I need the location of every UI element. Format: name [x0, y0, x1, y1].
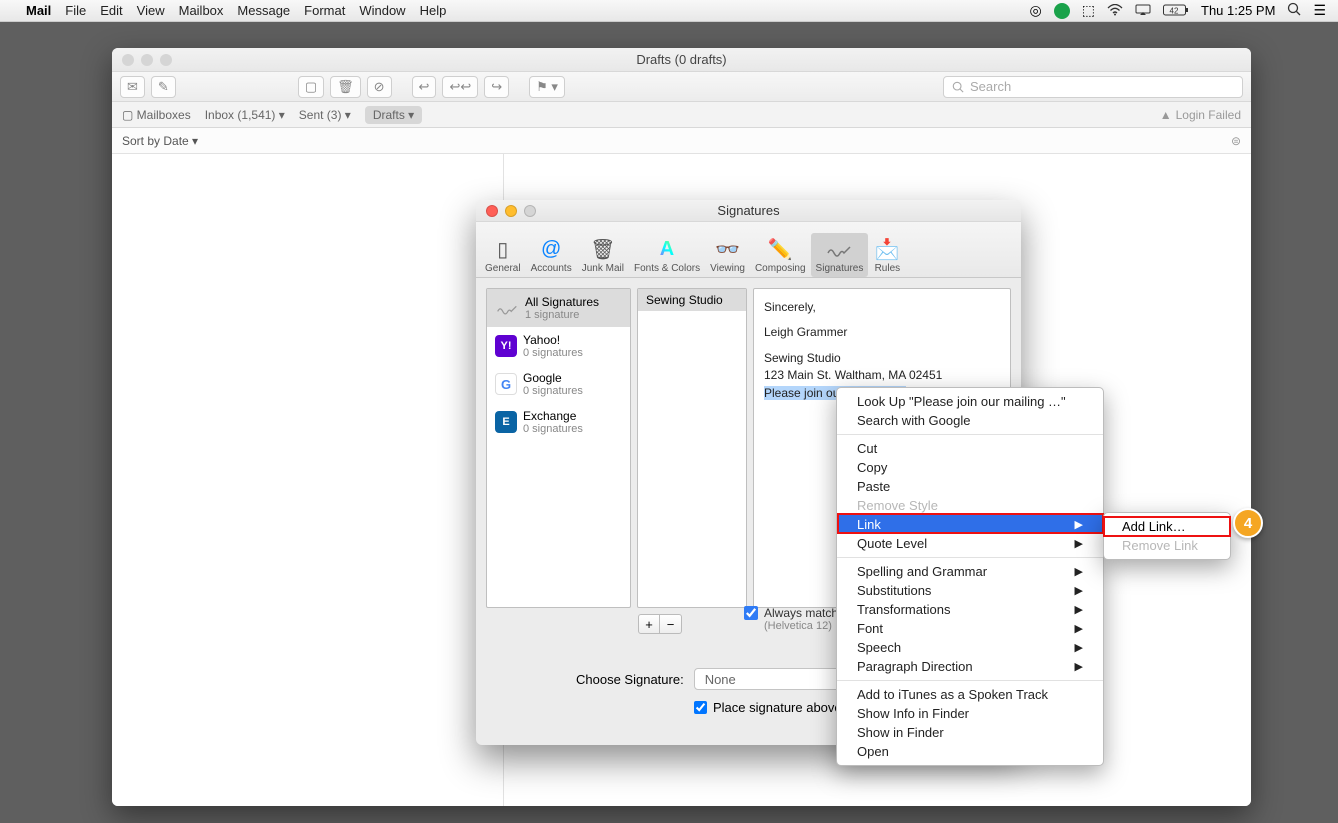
choose-signature-label: Choose Signature:: [576, 672, 684, 687]
sort-bar: Sort by Date ▾ ⊜: [112, 128, 1251, 154]
menu-window[interactable]: Window: [359, 3, 405, 18]
place-above-checkbox[interactable]: [694, 701, 707, 714]
traffic-lights[interactable]: [122, 54, 172, 66]
menu-extras-icon[interactable]: ☰: [1313, 2, 1326, 19]
signature-item[interactable]: Sewing Studio: [638, 289, 746, 311]
app-menu[interactable]: Mail: [26, 3, 51, 18]
wifi-icon[interactable]: [1107, 3, 1123, 19]
ctx-cut[interactable]: Cut: [837, 439, 1103, 458]
sig-line4: 123 Main St. Waltham, MA 02451: [764, 367, 1000, 384]
cc-icon[interactable]: ◎: [1030, 2, 1042, 19]
menu-format[interactable]: Format: [304, 3, 345, 18]
sort-button[interactable]: Sort by Date ▾: [122, 134, 198, 148]
tab-rules[interactable]: 📩Rules: [868, 233, 906, 277]
delete-button[interactable]: 🗑: [330, 76, 361, 98]
ctx-search-google[interactable]: Search with Google: [837, 411, 1103, 430]
pref-title: Signatures: [717, 203, 779, 218]
svg-text:42: 42: [1170, 6, 1179, 15]
shield-icon[interactable]: ⬚: [1082, 2, 1095, 19]
sig-line1: Sincerely,: [764, 299, 1000, 316]
ctx-quote-level[interactable]: Quote Level▶: [837, 534, 1103, 553]
window-titlebar: Drafts (0 drafts): [112, 48, 1251, 72]
ctx-substitutions[interactable]: Substitutions▶: [837, 581, 1103, 600]
add-signature-button[interactable]: +: [638, 614, 660, 634]
sig-line2: Leigh Grammer: [764, 324, 1000, 341]
tab-junk[interactable]: 🗑Junk Mail: [577, 233, 629, 277]
ctx-show-in-finder[interactable]: Show in Finder: [837, 723, 1103, 742]
menu-file[interactable]: File: [65, 3, 86, 18]
pref-traffic-lights[interactable]: [486, 205, 536, 217]
search-placeholder: Search: [970, 79, 1011, 94]
window-title: Drafts (0 drafts): [636, 52, 726, 67]
ctx-paste[interactable]: Paste: [837, 477, 1103, 496]
account-list[interactable]: All Signatures1 signature Y! Yahoo!0 sig…: [486, 288, 631, 608]
menu-mailbox[interactable]: Mailbox: [179, 3, 224, 18]
remove-signature-button[interactable]: −: [660, 614, 682, 634]
account-all[interactable]: All Signatures1 signature: [487, 289, 630, 327]
flag-button[interactable]: ⚑ ▾: [529, 76, 565, 98]
reply-all-button[interactable]: ↩↩: [442, 76, 478, 98]
tab-composing[interactable]: ✏️Composing: [750, 233, 811, 277]
ctx-show-info[interactable]: Show Info in Finder: [837, 704, 1103, 723]
account-exchange[interactable]: E Exchange0 signatures: [487, 403, 630, 441]
submenu-remove-link: Remove Link: [1104, 536, 1230, 555]
ctx-remove-style: Remove Style: [837, 496, 1103, 515]
ctx-link[interactable]: Link▶: [837, 515, 1103, 534]
airplay-icon[interactable]: [1135, 3, 1151, 19]
clock[interactable]: Thu 1:25 PM: [1201, 3, 1275, 18]
archive-button[interactable]: ▢: [298, 76, 324, 98]
menu-message[interactable]: Message: [237, 3, 290, 18]
link-submenu: Add Link… Remove Link: [1103, 512, 1231, 560]
battery-icon[interactable]: 42: [1163, 3, 1189, 19]
ctx-transformations[interactable]: Transformations▶: [837, 600, 1103, 619]
favorites-bar: ▢ Mailboxes Inbox (1,541) ▾ Sent (3) ▾ D…: [112, 102, 1251, 128]
ctx-open[interactable]: Open: [837, 742, 1103, 761]
tab-fonts[interactable]: AFonts & Colors: [629, 233, 705, 277]
pref-titlebar: Signatures: [476, 200, 1021, 222]
fav-inbox[interactable]: Inbox (1,541) ▾: [205, 108, 285, 122]
menu-help[interactable]: Help: [420, 3, 447, 18]
annotation-step-badge: 4: [1233, 508, 1263, 538]
ctx-add-itunes[interactable]: Add to iTunes as a Spoken Track: [837, 685, 1103, 704]
search-input[interactable]: Search: [943, 76, 1243, 98]
tab-signatures[interactable]: Signatures: [811, 233, 869, 277]
fav-drafts[interactable]: Drafts ▾: [365, 106, 422, 124]
ctx-font[interactable]: Font▶: [837, 619, 1103, 638]
fav-sent[interactable]: Sent (3) ▾: [299, 108, 351, 122]
tab-viewing[interactable]: 👓Viewing: [705, 233, 750, 277]
submenu-add-link[interactable]: Add Link…: [1104, 517, 1230, 536]
filter-icon[interactable]: ⊜: [1231, 134, 1241, 148]
account-yahoo[interactable]: Y! Yahoo!0 signatures: [487, 327, 630, 365]
match-font-checkbox[interactable]: [744, 606, 758, 620]
tab-accounts[interactable]: @Accounts: [526, 233, 577, 277]
new-message-button[interactable]: ✉︎: [120, 76, 145, 98]
menubar: Mail File Edit View Mailbox Message Form…: [0, 0, 1338, 22]
compose-button[interactable]: ✎: [151, 76, 176, 98]
mailboxes-toggle[interactable]: ▢ Mailboxes: [122, 108, 191, 122]
context-menu: Look Up "Please join our mailing …" Sear…: [836, 387, 1104, 766]
reply-button[interactable]: ↩: [412, 76, 437, 98]
sig-line3: Sewing Studio: [764, 350, 1000, 367]
tab-general[interactable]: ▯General: [480, 233, 526, 277]
forward-button[interactable]: ↪: [484, 76, 509, 98]
login-failed-badge[interactable]: ▲ Login Failed: [1160, 108, 1241, 122]
menu-edit[interactable]: Edit: [100, 3, 122, 18]
message-list[interactable]: [112, 154, 504, 806]
ctx-lookup[interactable]: Look Up "Please join our mailing …": [837, 392, 1103, 411]
ctx-paragraph-direction[interactable]: Paragraph Direction▶: [837, 657, 1103, 676]
pref-toolbar: ▯General @Accounts 🗑Junk Mail AFonts & C…: [476, 222, 1021, 278]
menu-view[interactable]: View: [137, 3, 165, 18]
ctx-speech[interactable]: Speech▶: [837, 638, 1103, 657]
status-green-icon[interactable]: [1054, 3, 1070, 19]
ctx-copy[interactable]: Copy: [837, 458, 1103, 477]
signature-list[interactable]: Sewing Studio: [637, 288, 747, 608]
spotlight-icon[interactable]: [1287, 2, 1301, 19]
account-google[interactable]: G Google0 signatures: [487, 365, 630, 403]
junk-button[interactable]: ⊘: [367, 76, 392, 98]
ctx-spelling[interactable]: Spelling and Grammar▶: [837, 562, 1103, 581]
toolbar: ✉︎ ✎ ▢ 🗑 ⊘ ↩ ↩↩ ↪ ⚑ ▾ Search: [112, 72, 1251, 102]
